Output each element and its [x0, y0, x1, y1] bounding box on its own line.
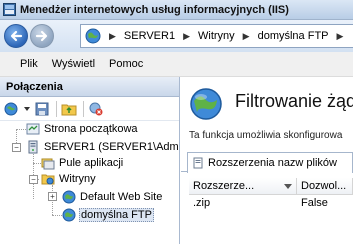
title-bar: Menedżer internetowych usług informacyjn… [0, 0, 353, 20]
breadcrumb-separator: ▶ [242, 30, 250, 41]
forward-arrow-icon [35, 30, 48, 42]
tree-line [52, 215, 62, 216]
tree-item-sites[interactable]: Witryny [41, 171, 97, 187]
tree-item-start-page[interactable]: Strona początkowa [26, 121, 139, 137]
connections-pane: Połączenia Strona początkowa − SERVER1 (… [0, 77, 180, 244]
column-header-label: Rozszerze... [193, 180, 255, 192]
breadcrumb[interactable]: ▶ SERVER1 ▶ Witryny ▶ domyślna FTP ▶ [80, 24, 353, 48]
table-row[interactable]: .zip False [189, 195, 353, 212]
sort-arrow-icon [284, 184, 292, 189]
globe-icon [85, 28, 101, 44]
start-page-icon [26, 123, 40, 135]
app-pools-icon [41, 158, 55, 170]
tree-item-server[interactable]: SERVER1 (SERVER1\Adm [26, 139, 180, 155]
feature-description: Ta funkcja umożliwia skonfigurowa [189, 130, 343, 141]
cell-extension: .zip [193, 197, 211, 209]
tree-item-label: Pule aplikacji [59, 157, 124, 169]
sites-folder-icon [41, 174, 55, 185]
breadcrumb-item-ftp[interactable]: domyślna FTP [258, 30, 329, 42]
toolbar-divider [83, 100, 84, 117]
connections-toolbar [0, 97, 179, 121]
menu-view[interactable]: Wyświetl [52, 58, 95, 70]
connections-header: Połączenia [0, 77, 179, 97]
forward-button[interactable] [30, 24, 54, 48]
tree-item-app-pools[interactable]: Pule aplikacji [41, 155, 124, 171]
menu-file[interactable]: Plik [20, 58, 38, 70]
folder-up-icon [61, 104, 77, 115]
breadcrumb-separator: ▶ [109, 30, 116, 41]
breadcrumb-separator: ▶ [336, 30, 344, 41]
tree-item-label: domyślna FTP [79, 208, 154, 222]
tree-expand-icon[interactable]: + [48, 192, 57, 201]
iis-app-icon [3, 3, 16, 16]
connect-globe-icon [4, 102, 18, 115]
breadcrumb-item-server[interactable]: SERVER1 [124, 30, 175, 42]
save-button[interactable] [34, 101, 50, 117]
menu-help[interactable]: Pomoc [109, 58, 143, 70]
disconnect-button[interactable] [88, 101, 104, 117]
server-icon [28, 140, 38, 154]
column-header-allowed[interactable]: Dozwol... [297, 178, 353, 194]
tree-item-ftp-site[interactable]: domyślna FTP [62, 207, 154, 223]
table-header: Rozszerze... Dozwol... [189, 178, 353, 195]
tree-collapse-icon[interactable]: − [12, 143, 21, 152]
back-button[interactable] [4, 24, 28, 48]
tree-item-label: Witryny [59, 173, 96, 185]
cell-allowed: False [301, 197, 328, 209]
tree-line [16, 129, 26, 130]
save-icon [35, 102, 49, 115]
tree-item-default-web-site[interactable]: Default Web Site [62, 189, 163, 205]
tab-file-extensions[interactable]: Rozszerzenia nazw plików [187, 152, 353, 173]
menu-bar: Plik Wyświetl Pomoc [0, 52, 353, 77]
feature-title: Filtrowanie żąda [235, 91, 353, 111]
tab-strip: Rozszerzenia nazw plików [181, 150, 353, 173]
address-bar: ▶ SERVER1 ▶ Witryny ▶ domyślna FTP ▶ [0, 20, 353, 52]
tree-collapse-icon[interactable]: − [29, 175, 38, 184]
file-extension-icon [193, 157, 203, 169]
tree-line [33, 163, 41, 164]
breadcrumb-separator: ▶ [183, 30, 190, 41]
tree-item-label: Default Web Site [80, 191, 163, 203]
feature-pane: Filtrowanie żąda Ta funkcja umożliwia sk… [181, 77, 353, 244]
toolbar-divider [56, 100, 57, 117]
window-title: Menedżer internetowych usług informacyjn… [20, 3, 289, 16]
tree-item-label: Strona początkowa [44, 123, 138, 135]
extensions-table: Rozszerze... Dozwol... .zip False [189, 178, 353, 212]
globe-icon [62, 208, 76, 222]
up-folder-button[interactable] [61, 101, 77, 117]
back-arrow-icon [10, 30, 23, 42]
disconnect-icon [89, 102, 103, 115]
tree-item-label: SERVER1 (SERVER1\Adm [44, 141, 179, 153]
connect-button[interactable] [4, 101, 20, 117]
tab-label: Rozszerzenia nazw plików [208, 157, 337, 169]
breadcrumb-item-sites[interactable]: Witryny [198, 30, 235, 42]
globe-icon [62, 190, 76, 204]
globe-icon [190, 88, 222, 120]
column-header-extension[interactable]: Rozszerze... [189, 178, 297, 194]
iis-manager-window: Menedżer internetowych usług informacyjn… [0, 0, 353, 244]
connect-dropdown-icon[interactable] [24, 101, 30, 117]
